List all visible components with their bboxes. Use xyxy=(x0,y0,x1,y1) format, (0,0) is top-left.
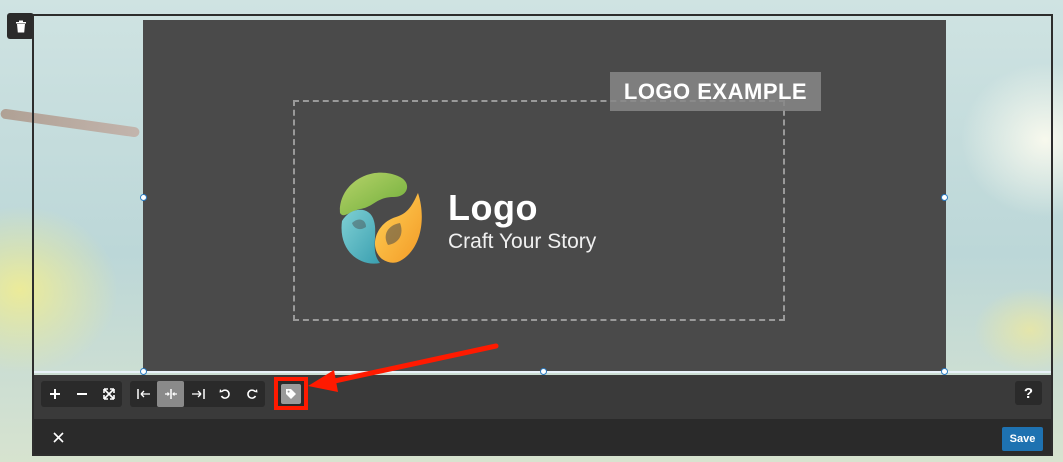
fit-to-screen-button[interactable] xyxy=(95,381,122,407)
rotate-right-button[interactable] xyxy=(238,381,265,407)
editor-footer: Save xyxy=(34,419,1051,454)
tag-icon xyxy=(286,388,296,399)
rotate-left-icon xyxy=(219,389,230,399)
align-center-icon xyxy=(164,389,177,399)
close-button[interactable] xyxy=(48,427,68,447)
align-controls xyxy=(130,381,265,407)
rotate-left-button[interactable] xyxy=(211,381,238,407)
align-right-button[interactable] xyxy=(184,381,211,407)
tag-button-highlight xyxy=(274,377,308,410)
fit-to-screen-icon xyxy=(102,388,115,400)
trash-icon xyxy=(15,20,26,32)
align-left-button[interactable] xyxy=(130,381,157,407)
editor-toolbar: ? xyxy=(34,375,1051,419)
resize-handle-bottom[interactable] xyxy=(540,368,547,375)
align-left-icon xyxy=(136,389,150,399)
logo-mark-icon xyxy=(339,172,422,264)
zoom-controls xyxy=(41,381,122,407)
resize-handle-bottom-left[interactable] xyxy=(140,368,147,375)
logo-example-badge: LOGO EXAMPLE xyxy=(610,72,821,111)
zoom-out-icon xyxy=(76,393,87,395)
zoom-out-button[interactable] xyxy=(68,381,95,407)
align-right-icon xyxy=(191,389,205,399)
save-button[interactable]: Save xyxy=(1002,427,1043,451)
help-button[interactable]: ? xyxy=(1015,381,1042,405)
align-center-button[interactable] xyxy=(157,381,184,407)
zoom-in-button[interactable] xyxy=(41,381,68,407)
resize-handle-right[interactable] xyxy=(941,194,948,201)
logo-tagline: Craft Your Story xyxy=(448,230,597,253)
image-canvas[interactable]: LOGO EXAMPLE Logo Craft Your Story xyxy=(143,20,946,373)
resize-handle-bottom-right[interactable] xyxy=(941,368,948,375)
delete-button[interactable] xyxy=(7,13,34,39)
close-icon xyxy=(52,431,64,443)
logo-title: Logo xyxy=(448,187,538,228)
resize-handle-left[interactable] xyxy=(140,194,147,201)
image-editor: LOGO EXAMPLE Logo Craft Your Story ? Sav… xyxy=(32,14,1053,456)
tag-button[interactable] xyxy=(281,383,301,404)
zoom-in-icon xyxy=(49,389,60,399)
rotate-right-icon xyxy=(246,389,257,399)
